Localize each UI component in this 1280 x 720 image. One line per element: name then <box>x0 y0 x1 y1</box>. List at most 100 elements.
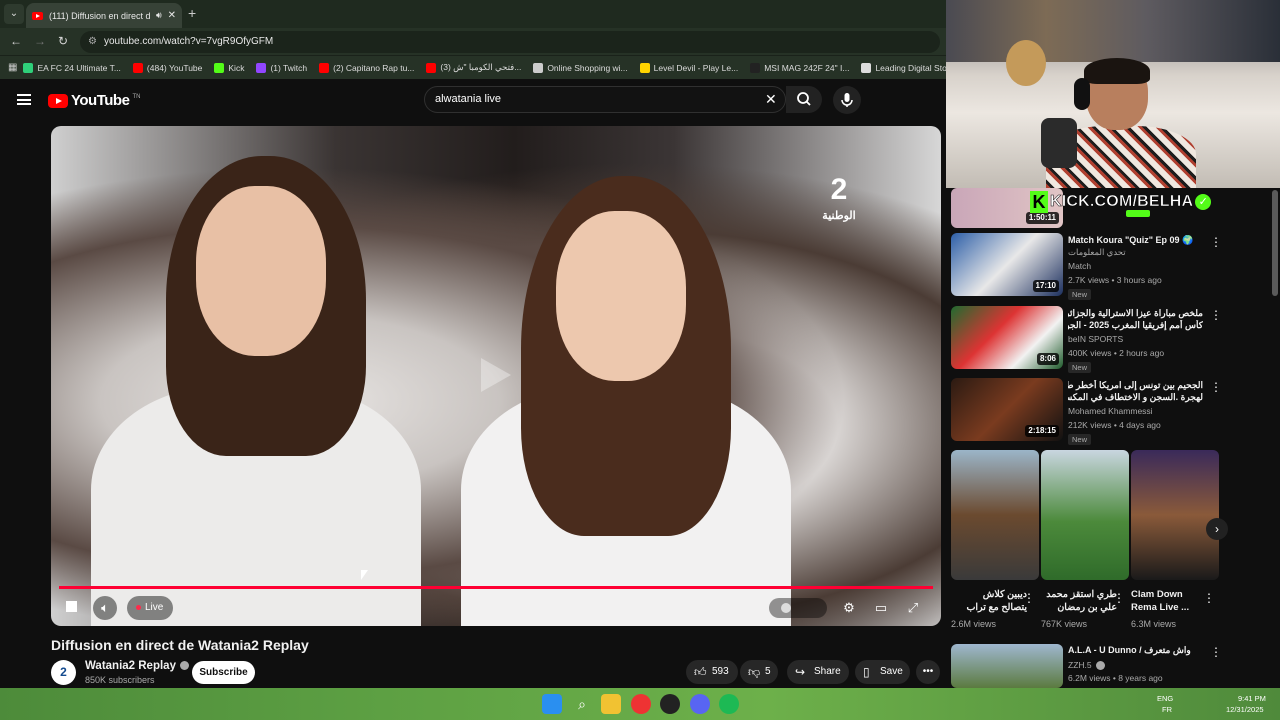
more-vertical-icon[interactable]: ⋮ <box>1203 591 1215 605</box>
language-secondary[interactable]: FR <box>1162 705 1172 714</box>
video-player[interactable]: 2 الوطنية 🔈︎ Live ⚙ ▭ ⤢ <box>51 126 941 626</box>
short-thumbnail[interactable] <box>1131 450 1219 580</box>
channel-avatar[interactable]: 2 <box>51 660 76 685</box>
apps-grid-icon[interactable]: ▦ <box>8 62 17 73</box>
rec-thumbnail[interactable] <box>951 644 1063 688</box>
file-explorer-icon[interactable] <box>601 694 621 714</box>
language-primary[interactable]: ENG <box>1157 694 1173 703</box>
rec-thumbnail[interactable]: 17:10 <box>951 233 1063 296</box>
forward-icon[interactable]: → <box>34 34 46 48</box>
reload-icon[interactable]: ↻ <box>58 34 68 48</box>
rec-channel[interactable]: Mohamed Khammessi <box>1068 406 1153 416</box>
rec-channel[interactable]: ZZH.5 <box>1068 660 1105 671</box>
youtube-wordmark: YouTube <box>71 92 130 109</box>
clock-time[interactable]: 9:41 PM <box>1238 694 1266 703</box>
short-title[interactable]: طري استقز محمد <box>1041 589 1117 601</box>
bookmark-item[interactable]: (2) Capitano Rap tu... <box>313 62 420 73</box>
volume-button[interactable]: 🔈︎ <box>93 596 117 620</box>
player-right-controls: ⚙ ▭ ⤢ <box>769 596 933 620</box>
rec-subtitle[interactable]: كأس أمم إفريقيا المغرب 2025 - الجولة 3 <box>1068 320 1203 331</box>
short-title-line2[interactable]: علي بن رمضان <box>1041 602 1117 614</box>
short-thumbnail[interactable] <box>1041 450 1129 580</box>
bookmark-item[interactable]: (484) YouTube <box>127 62 208 73</box>
dislike-button[interactable]: 👎︎ 5 <box>740 660 778 684</box>
search-icon[interactable]: ⌕ <box>572 694 592 714</box>
channel-name-text: Watania2 Replay <box>85 660 176 672</box>
bookmark-favicon-icon <box>533 62 544 73</box>
rec-title[interactable]: Match Koura "Quiz" Ep 09 🌍 <box>1068 235 1203 246</box>
voice-search-button[interactable] <box>833 86 861 114</box>
bookmark-item[interactable]: MSI MAG 242F 24" I... <box>744 62 855 73</box>
share-button[interactable]: ↪ Share <box>787 660 849 684</box>
like-button[interactable]: 👍︎ 593 <box>686 660 738 684</box>
rec-thumbnail[interactable]: 2:18:15 <box>951 378 1063 441</box>
tab-list-button[interactable]: ⌄ <box>4 4 24 24</box>
rec-subtitle[interactable]: لهجرة .السجن و الاختطاف في المكسيك من <box>1068 392 1203 403</box>
rec-thumbnail[interactable]: 8:06 <box>951 306 1063 369</box>
search-input[interactable]: alwatania live <box>435 93 501 105</box>
clear-search-icon[interactable]: ✕ <box>765 91 777 108</box>
chrome-icon[interactable] <box>631 694 651 714</box>
more-actions-button[interactable]: ••• <box>916 660 940 684</box>
bookmark-item[interactable]: Kick <box>208 62 250 73</box>
new-tab-button[interactable]: + <box>188 5 196 21</box>
clock-date[interactable]: 12/31/2025 <box>1226 705 1264 714</box>
browser-tab-bar: ⌄ (111) Diffusion en direct de 🔊︎ ✕ + <box>0 0 946 28</box>
center-play-icon[interactable] <box>481 358 511 392</box>
bookmark-item[interactable]: (1) Twitch <box>250 62 313 73</box>
more-vertical-icon[interactable]: ⋮ <box>1210 235 1222 249</box>
short-title-line2[interactable]: يتصالح مع تراب <box>951 602 1027 614</box>
subscribe-button[interactable]: Subscribe <box>192 661 255 684</box>
spotify-icon[interactable] <box>719 694 739 714</box>
thumbs-down-icon: 👎︎ <box>748 665 761 679</box>
sidebar-scrollbar[interactable] <box>1272 190 1278 296</box>
live-label: Live <box>145 602 164 613</box>
bookmark-item[interactable]: Online Shopping wi... <box>527 62 633 73</box>
save-button[interactable]: ▯ Save <box>855 660 910 684</box>
start-windows-icon[interactable] <box>542 694 562 714</box>
audio-icon[interactable]: 🔊︎ <box>156 10 162 21</box>
back-icon[interactable]: ← <box>10 34 22 48</box>
discord-icon[interactable] <box>690 694 710 714</box>
progress-bar[interactable] <box>59 586 933 589</box>
search-box[interactable]: alwatania live ✕ <box>424 86 786 113</box>
rec-subtitle[interactable]: تحدي المعلومات <box>1068 247 1203 258</box>
more-vertical-icon[interactable]: ⋮ <box>1210 380 1222 394</box>
short-title-line2[interactable]: Rema Live ... <box>1131 602 1207 614</box>
bookmark-item[interactable]: EA FC 24 Ultimate T... <box>17 62 126 73</box>
dislike-count: 5 <box>765 666 771 677</box>
close-tab-icon[interactable]: ✕ <box>168 10 176 21</box>
more-vertical-icon[interactable]: ⋮ <box>1210 308 1222 322</box>
shorts-next-button[interactable]: › <box>1206 518 1228 540</box>
autoplay-toggle[interactable] <box>769 598 827 618</box>
short-title[interactable]: Clam Down <box>1131 589 1207 601</box>
rec-channel[interactable]: beIN SPORTS <box>1068 334 1123 344</box>
kick-url: KICK.COM/BELHA <box>1050 192 1194 210</box>
search-button[interactable] <box>786 86 822 113</box>
more-vertical-icon[interactable]: ⋮ <box>1210 645 1222 659</box>
bookmark-item[interactable]: (3) فتحي الكومبا "ش... <box>420 62 527 73</box>
rec-title[interactable]: ملخص مباراة عيزا الاسترالية والجزائر | <box>1068 308 1203 319</box>
address-bar[interactable]: ⚙ youtube.com/watch?v=7vgR9OfyGFM <box>80 31 940 53</box>
miniplayer-icon[interactable]: ▭ <box>869 596 893 620</box>
live-indicator[interactable]: Live <box>127 596 174 620</box>
rec-title[interactable]: A.L.A - U Dunno / واش متعرف <box>1068 645 1208 656</box>
settings-gear-icon[interactable]: ⚙ <box>837 596 861 620</box>
more-vertical-icon[interactable]: ⋮ <box>1023 591 1035 605</box>
channel-name[interactable]: Watania2 Replay <box>85 660 189 672</box>
youtube-logo[interactable]: YouTube TN <box>48 92 140 109</box>
more-vertical-icon[interactable]: ⋮ <box>1113 591 1125 605</box>
short-title[interactable]: ديبين كلاش <box>951 589 1027 601</box>
bookmark-item[interactable]: Level Devil - Play Le... <box>634 62 745 73</box>
bookmark-item[interactable]: Leading Digital Stor... <box>855 62 946 73</box>
fullscreen-icon[interactable]: ⤢ <box>901 596 925 620</box>
country-code: TN <box>132 93 141 100</box>
rec-channel[interactable]: Match <box>1068 261 1091 271</box>
rec-title[interactable]: الجحيم بين تونس إلى امريكا أخطر طريق <box>1068 380 1203 391</box>
browser-tab-active[interactable]: (111) Diffusion en direct de 🔊︎ ✕ <box>26 3 182 28</box>
site-info-icon[interactable]: ⚙ <box>88 31 97 53</box>
short-thumbnail[interactable] <box>951 450 1039 580</box>
steam-icon[interactable] <box>660 694 680 714</box>
stop-button[interactable] <box>61 596 83 618</box>
menu-icon[interactable] <box>17 94 31 105</box>
